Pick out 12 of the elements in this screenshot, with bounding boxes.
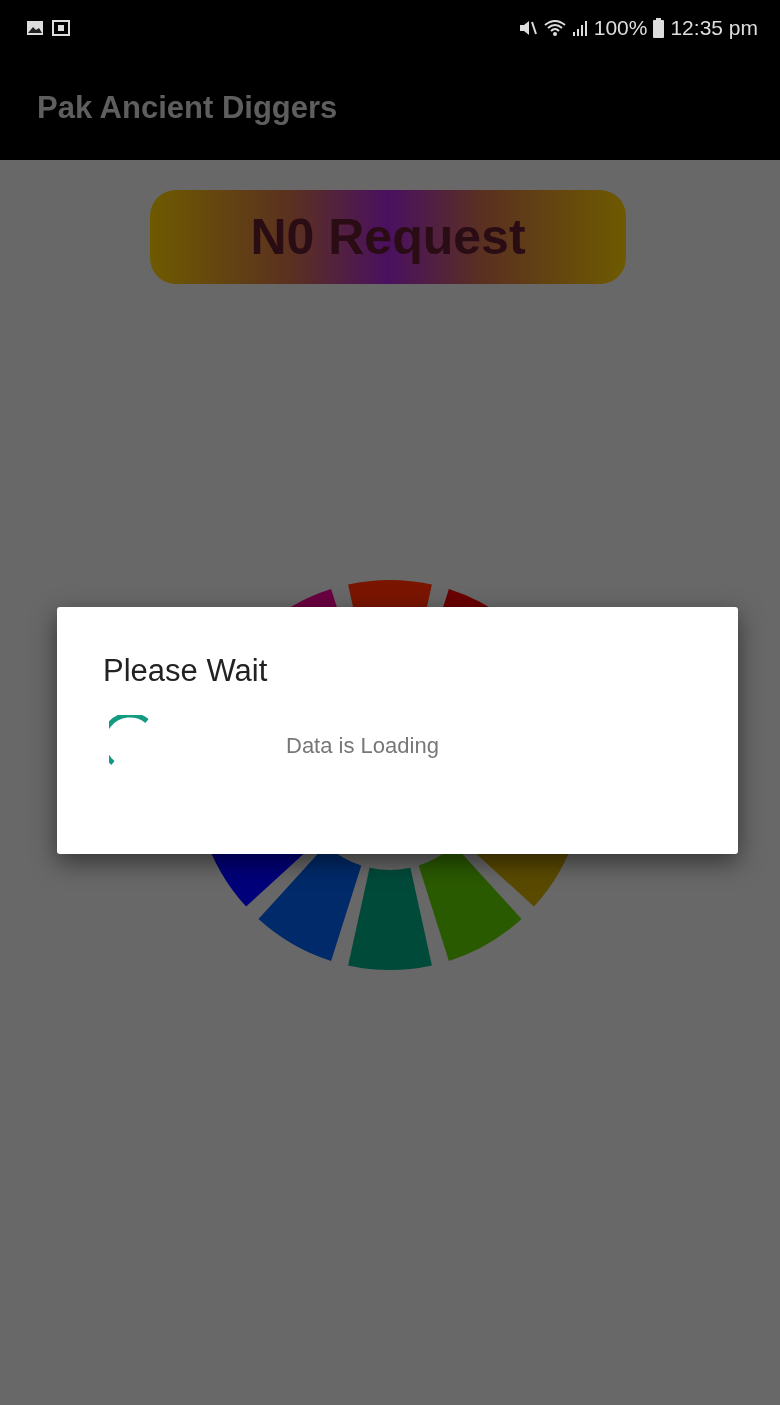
- app-title: Pak Ancient Diggers: [37, 89, 338, 126]
- gallery-icon: [26, 19, 44, 36]
- battery-icon: [653, 17, 665, 38]
- status-time: 12:35 pm: [670, 15, 758, 40]
- battery-percent: 100%: [593, 15, 648, 40]
- loading-spinner-icon: [109, 715, 149, 765]
- loading-message: Data is Loading: [286, 732, 439, 759]
- dialog-title: Please Wait: [103, 653, 269, 689]
- screen-record-icon: [52, 19, 70, 36]
- wifi-icon: [543, 18, 566, 37]
- signal-icon: [571, 18, 588, 37]
- mute-icon: [517, 18, 538, 37]
